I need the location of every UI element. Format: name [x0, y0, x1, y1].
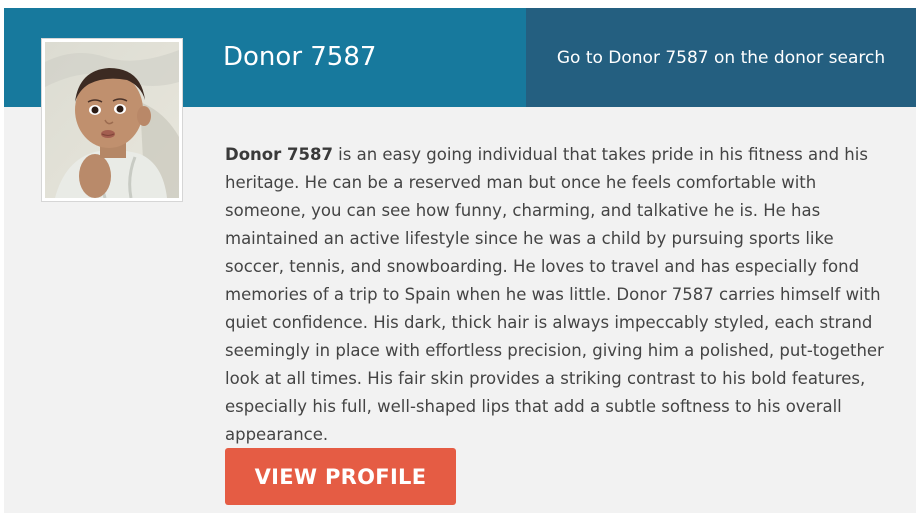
bio-text: is an easy going individual that takes p… [225, 145, 884, 444]
donor-bio: Donor 7587 is an easy going individual t… [225, 141, 885, 449]
view-profile-button[interactable]: VIEW PROFILE [225, 448, 456, 505]
donor-card: Donor 7587 Go to Donor 7587 on the donor… [4, 8, 916, 513]
donor-photo [41, 38, 183, 202]
header-search-bar: Go to Donor 7587 on the donor search [526, 8, 916, 107]
donor-title: Donor 7587 [223, 42, 377, 72]
bio-donor-name: Donor 7587 [225, 145, 333, 164]
baby-photo-image [45, 42, 179, 198]
donor-search-link[interactable]: Go to Donor 7587 on the donor search [557, 47, 885, 69]
